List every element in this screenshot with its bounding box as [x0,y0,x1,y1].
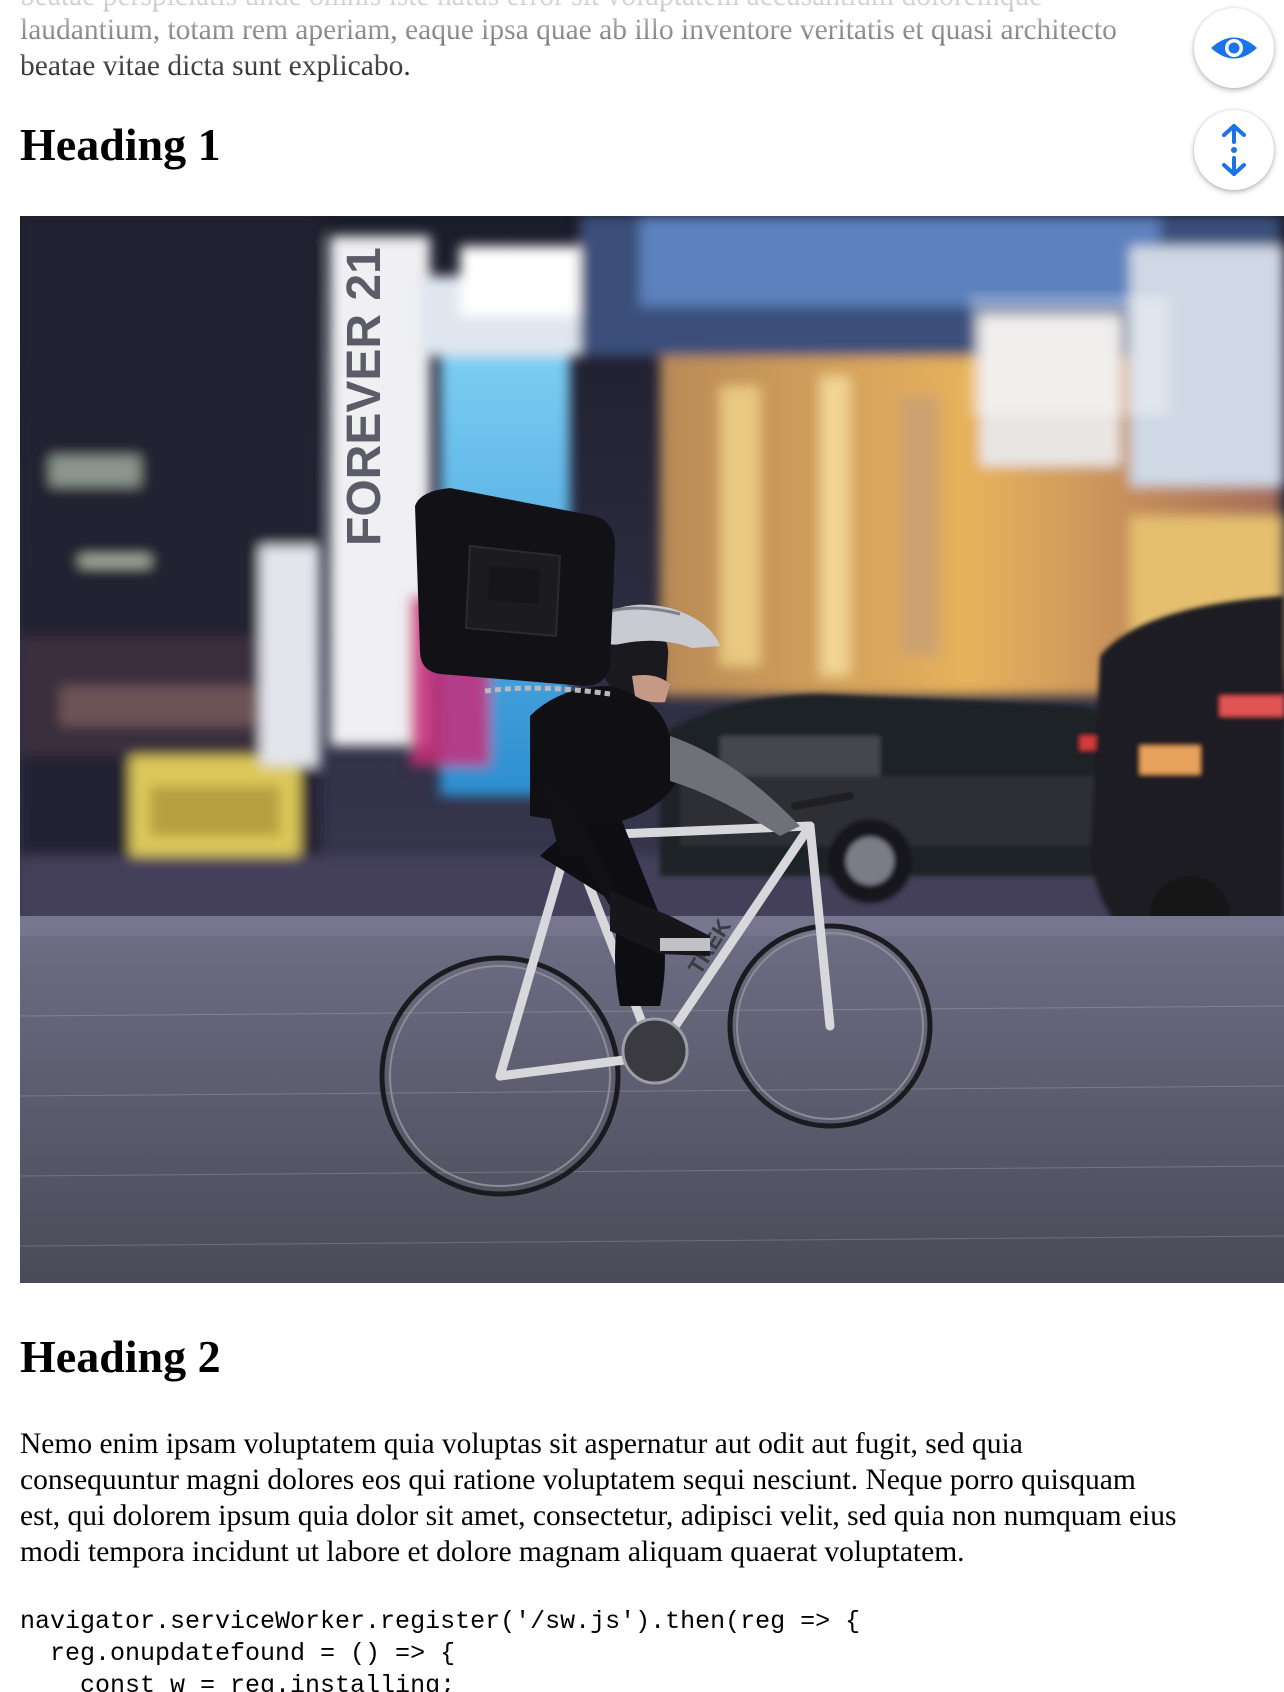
code-block: navigator.serviceWorker.register('/sw.js… [20,1606,860,1692]
code-line: reg.onupdatefound = () => { [20,1639,456,1668]
scroll-navigation-button[interactable] [1194,110,1274,190]
heading-2: Heading 2 [20,1331,221,1382]
heading-1: Heading 1 [20,119,221,170]
intro-line: laudantium, totam rem aperiam, eaque ips… [20,14,1117,46]
paragraph-line: modi tempora incidunt ut labore et dolor… [20,1536,965,1568]
up-down-arrows-icon [1222,124,1246,176]
code-line: const w = reg.installing; [20,1671,456,1692]
paragraph-line: consequuntur magni dolores eos qui ratio… [20,1464,1136,1496]
body-paragraph: Nemo enim ipsam voluptatem quia voluptas… [20,1426,1284,1570]
code-line: navigator.serviceWorker.register('/sw.js… [20,1607,861,1636]
photo-illustration: FOREVER 21 TREK [20,216,1284,1283]
paragraph-line: est, qui dolorem ipsum quia dolor sit am… [20,1500,1177,1532]
intro-line: beatae vitae dicta sunt explicabo. [20,50,411,82]
eye-icon [1211,37,1257,59]
photo-sign-text: FOREVER 21 [338,247,391,546]
lens-glare [970,296,1170,416]
eye-toggle-button[interactable] [1194,8,1274,88]
paragraph-line: Nemo enim ipsam voluptatem quia voluptas… [20,1428,1023,1460]
intro-paragraph: laudantium, totam rem aperiam, eaque ips… [20,12,1200,84]
cyclist-photo: FOREVER 21 TREK [20,216,1284,1283]
